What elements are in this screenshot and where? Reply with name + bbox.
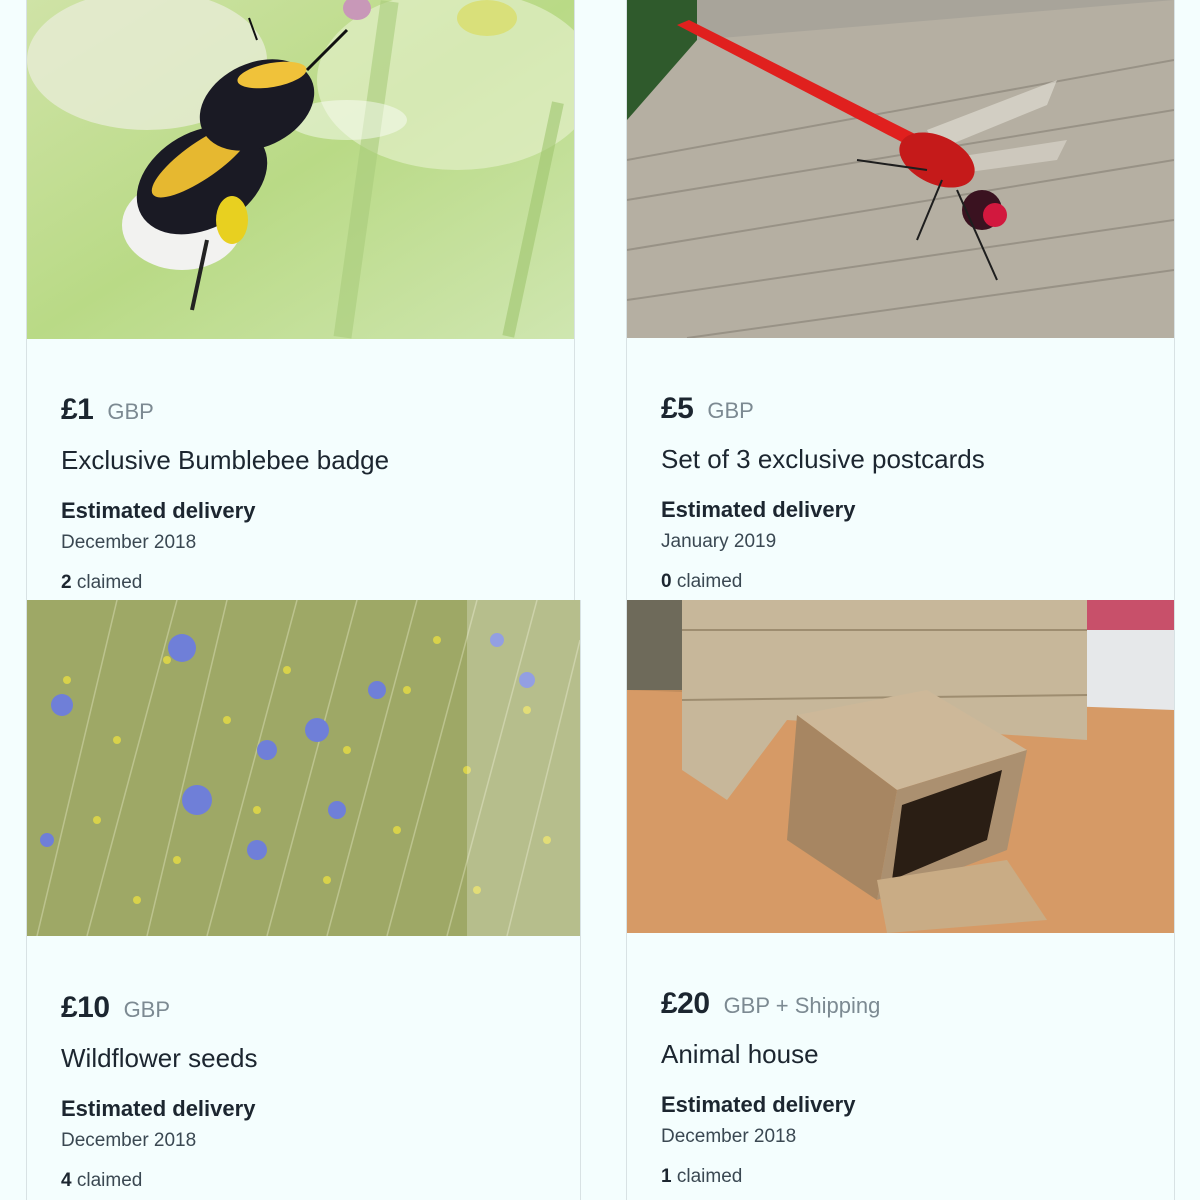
delivery-label: Estimated delivery [661,497,856,522]
reward-info: £5 GBP Set of 3 exclusive postcards Esti… [661,392,985,593]
reward-title: Wildflower seeds [61,1043,258,1073]
reward-currency: GBP + Shipping [723,993,881,1018]
reward-price: £10 [61,991,110,1024]
reward-card-bumblebee-badge[interactable]: £1 GBP Exclusive Bumblebee badge Estimat… [26,0,575,600]
red-dragonfly-photo [627,0,1174,338]
reward-card-animal-house[interactable]: £20 GBP + Shipping Animal house Estimate… [626,600,1175,1200]
claimed-count: 1 claimed [661,1166,880,1188]
reward-price: £1 [61,393,94,426]
claimed-label: claimed [676,571,743,592]
delivery-label: Estimated delivery [61,498,256,523]
reward-title: Set of 3 exclusive postcards [661,444,985,474]
reward-currency: GBP [107,399,154,424]
reward-price: £5 [661,392,694,425]
bumblebee-photo [27,0,574,339]
claimed-count: 2 claimed [61,572,389,594]
delivery-date: January 2019 [661,531,777,552]
reward-title: Animal house [661,1039,819,1069]
reward-currency: GBP [707,398,754,423]
claimed-label: claimed [76,1170,143,1191]
reward-info: £10 GBP Wildflower seeds Estimated deliv… [61,991,258,1192]
claimed-label: claimed [76,572,143,593]
delivery-label: Estimated delivery [61,1096,256,1121]
reward-info: £1 GBP Exclusive Bumblebee badge Estimat… [61,393,389,594]
claimed-number: 1 [661,1166,672,1187]
delivery-label: Estimated delivery [661,1092,856,1117]
reward-card-postcards[interactable]: £5 GBP Set of 3 exclusive postcards Esti… [626,0,1175,600]
wooden-animal-house-photo [627,600,1174,933]
delivery-date: December 2018 [61,532,197,553]
claimed-count: 0 claimed [661,571,985,593]
delivery-date: December 2018 [661,1126,797,1147]
claimed-label: claimed [676,1166,743,1187]
wildflower-meadow-photo [27,600,580,936]
reward-title: Exclusive Bumblebee badge [61,445,390,475]
claimed-count: 4 claimed [61,1170,258,1192]
claimed-number: 0 [661,571,672,592]
claimed-number: 2 [61,572,72,593]
claimed-number: 4 [61,1170,72,1191]
reward-card-wildflower-seeds[interactable]: £10 GBP Wildflower seeds Estimated deliv… [26,600,581,1200]
reward-price: £20 [661,987,710,1020]
reward-info: £20 GBP + Shipping Animal house Estimate… [661,987,880,1188]
delivery-date: December 2018 [61,1130,197,1151]
reward-currency: GBP [123,997,171,1022]
